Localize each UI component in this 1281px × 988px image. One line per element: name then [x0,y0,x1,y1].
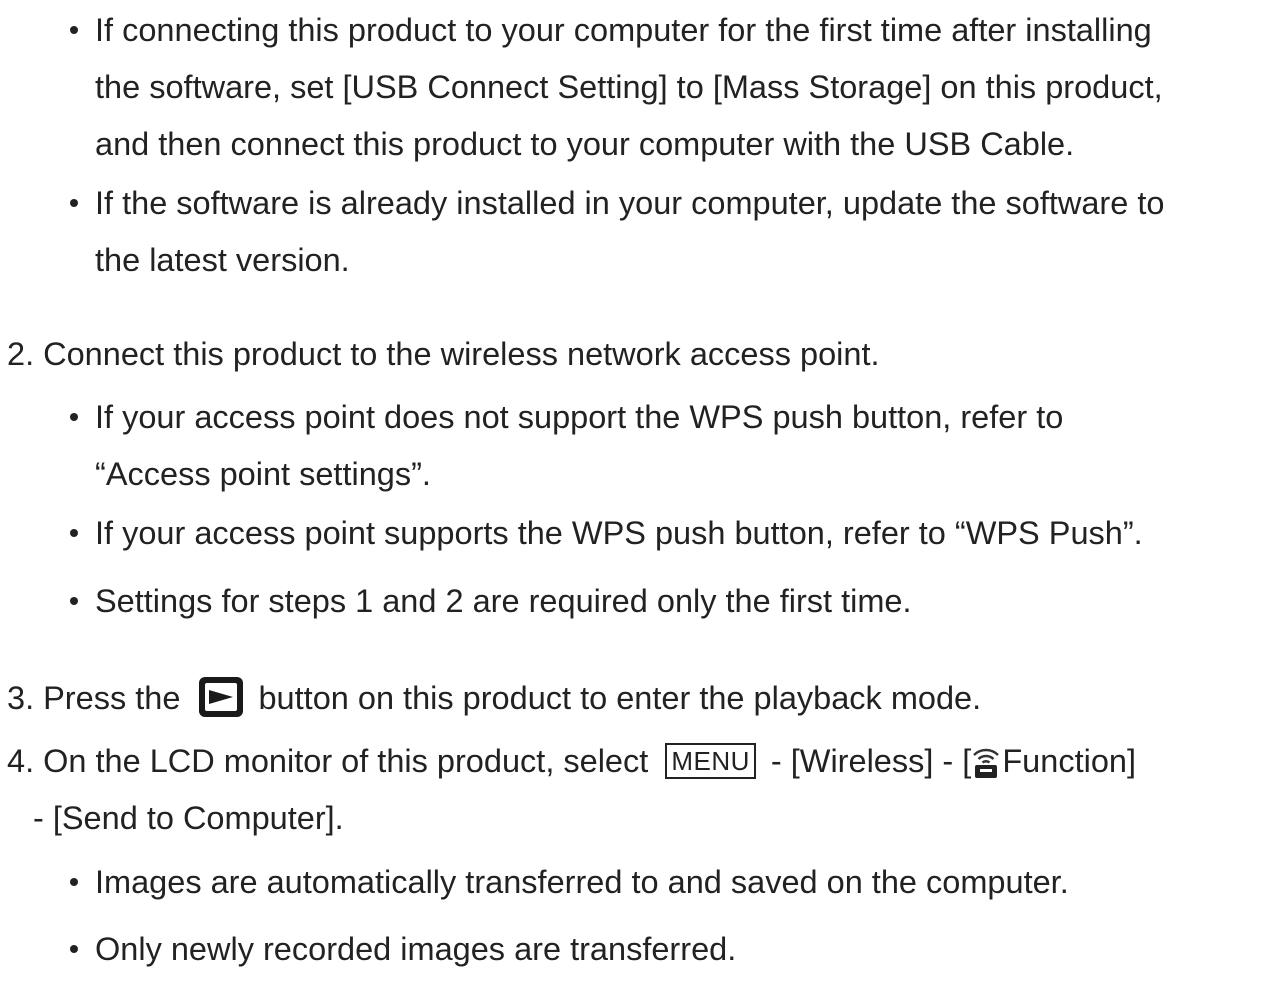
bullet-text-line: If connecting this product to your compu… [95,12,1152,48]
bullet-text-line: If the software is already installed in … [95,185,1165,221]
playback-button-icon [199,677,244,717]
bullet-text-line: “Access point settings”. [95,456,431,492]
step-3-heading: 3. Press the button on this product to e… [7,670,981,727]
bullet-text-line: and then connect this product to your co… [95,126,1075,162]
step2-bullet-first-time: Settings for steps 1 and 2 are required … [70,573,1281,630]
step-2-heading: 2. Connect this product to the wireless … [7,336,880,372]
bullet-dot [70,529,78,537]
bullet-text-line: the software, set [USB Connect Setting] … [95,69,1163,105]
bullet-dot [70,26,78,34]
bullet-dot [70,945,78,953]
bullet-text-line: Images are automatically transferred to … [95,864,1069,900]
step4-text-middle: - [Wireless] - [ [770,743,972,779]
step1-bullet-first-connect: If connecting this product to your compu… [70,2,1281,173]
bullet-text-line: If your access point supports the WPS pu… [95,515,1143,551]
wifi-function-icon [971,739,1001,778]
step4-text-after: Function] [1002,743,1137,779]
menu-key-label: MENU [665,743,756,779]
bullet-text-line: Only newly recorded images are transferr… [95,931,737,967]
step3-text-before: 3. Press the [7,680,181,716]
step3-text-after: button on this product to enter the play… [258,680,982,716]
manual-page: If connecting this product to your compu… [0,0,1281,988]
step4-bullet-new-images: Only newly recorded images are transferr… [70,921,1281,978]
bullet-text-line: If your access point does not support th… [95,399,1064,435]
step2-bullet-wps: If your access point supports the WPS pu… [70,505,1281,562]
step4-bullet-auto-transfer: Images are automatically transferred to … [70,854,1281,911]
bullet-text-line: the latest version. [95,242,350,278]
step1-bullet-update-software: If the software is already installed in … [70,175,1281,289]
bullet-dot [70,413,78,421]
bullet-dot [70,597,78,605]
bullet-dot [70,878,78,886]
step-4-heading: 4. On the LCD monitor of this product, s… [7,733,1136,790]
bullet-text-line: Settings for steps 1 and 2 are required … [95,583,912,619]
step2-bullet-no-wps: If your access point does not support th… [70,389,1281,503]
step-4-continuation: - [Send to Computer]. [33,800,344,836]
step4-text-before: 4. On the LCD monitor of this product, s… [7,743,649,779]
bullet-dot [70,199,78,207]
